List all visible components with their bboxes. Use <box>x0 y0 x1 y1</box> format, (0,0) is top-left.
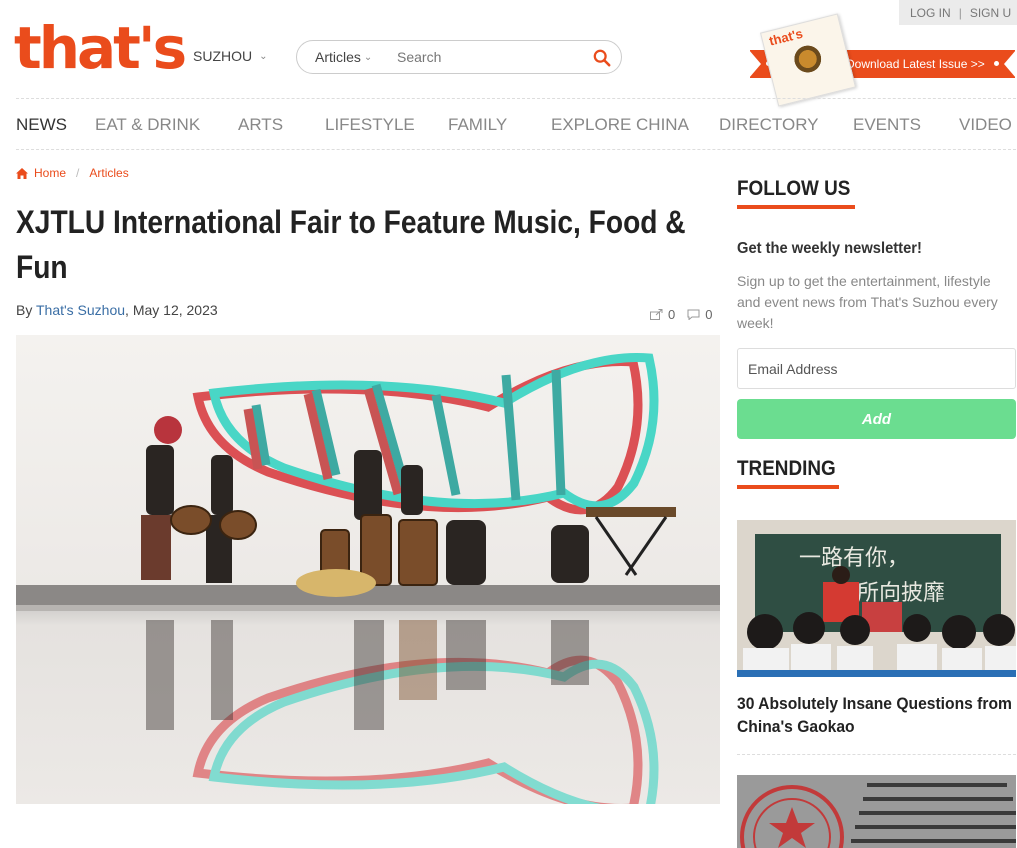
newsletter-title: Get the weekly newsletter! <box>737 240 922 257</box>
author-link[interactable]: That's Suzhou <box>36 302 125 318</box>
nav-item-directory[interactable]: DIRECTORY <box>719 115 819 135</box>
heading-underline <box>737 205 855 209</box>
nav-item-lifestyle[interactable]: LIFESTYLE <box>325 115 415 135</box>
nav-item-news[interactable]: NEWS <box>16 115 67 135</box>
home-icon <box>16 167 28 179</box>
article-date: , May 12, 2023 <box>125 302 218 318</box>
nav-item-video[interactable]: VIDEO <box>959 115 1012 135</box>
signup-link[interactable]: SIGN U <box>970 6 1011 20</box>
nav-item-events[interactable]: EVENTS <box>853 115 921 135</box>
share-icon <box>650 309 663 320</box>
breadcrumb-separator: / <box>76 166 80 180</box>
trending-item-image[interactable] <box>737 775 1016 848</box>
auth-bar: LOG IN | SIGN U <box>899 0 1017 25</box>
banner-dot <box>994 61 999 66</box>
nav-item-explore-china[interactable]: EXPLORE CHINA <box>551 115 689 135</box>
heading-underline <box>737 485 839 489</box>
nav-item-family[interactable]: FAMILY <box>448 115 507 135</box>
comment-count-value: 0 <box>705 307 713 322</box>
cover-figure <box>787 39 831 87</box>
auth-separator: | <box>958 5 962 20</box>
nav-item-arts[interactable]: ARTS <box>238 115 283 135</box>
search-icon[interactable] <box>593 49 611 67</box>
trending-heading: TRENDING <box>737 457 836 480</box>
login-link[interactable]: LOG IN <box>910 6 951 20</box>
chevron-down-icon: ⌄ <box>363 51 373 63</box>
magazine-cover-image[interactable]: that's <box>759 13 857 107</box>
hero-photo-illustration <box>16 353 720 804</box>
share-count-value: 0 <box>668 307 676 322</box>
article-byline: By That's Suzhou, May 12, 2023 <box>16 302 218 318</box>
article-hero-image <box>16 335 720 804</box>
blackboard-text-line1: 一路有你， <box>799 546 909 571</box>
search-input[interactable] <box>395 48 585 66</box>
classroom-photo-illustration: 一路有你， 所向披靡 <box>737 520 1016 677</box>
city-label: SUZHOU <box>193 48 253 64</box>
nav-item-eat-drink[interactable]: EAT & DRINK <box>95 115 200 135</box>
breadcrumb: Home / Articles <box>16 166 129 180</box>
newsletter-description: Sign up to get the entertainment, lifest… <box>737 273 998 331</box>
trending-divider <box>737 754 1016 755</box>
breadcrumb-articles[interactable]: Articles <box>89 166 128 180</box>
site-logo[interactable]: that's <box>14 18 187 78</box>
comment-icon <box>687 309 700 320</box>
search-category-label: Articles <box>315 49 361 65</box>
article-title: XJTLU International Fair to Feature Musi… <box>16 204 686 285</box>
article-stats: 0 0 <box>650 307 712 322</box>
trending-item-title[interactable]: 30 Absolutely Insane Questions from Chin… <box>737 692 1013 738</box>
byline-prefix: By <box>16 302 33 318</box>
search-bar: Articles ⌄ <box>296 40 622 74</box>
add-button[interactable]: Add <box>737 399 1016 439</box>
follow-us-heading: FOLLOW US <box>737 177 851 200</box>
chevron-down-icon: ⌄ <box>259 50 268 62</box>
city-selector[interactable]: SUZHOU ⌄ <box>193 48 268 64</box>
breadcrumb-home[interactable]: Home <box>34 166 66 180</box>
trending-item-image[interactable]: 一路有你， 所向披靡 <box>737 520 1016 677</box>
share-count[interactable]: 0 <box>650 307 675 322</box>
search-category-select[interactable]: Articles ⌄ <box>315 49 395 65</box>
download-latest-issue-link[interactable]: Download Latest Issue >> <box>846 57 985 71</box>
email-field[interactable] <box>737 348 1016 389</box>
crowd-photo-illustration <box>737 775 1016 848</box>
main-nav: NEWS EAT & DRINK ARTS LIFESTYLE FAMILY E… <box>16 98 1016 150</box>
comment-count[interactable]: 0 <box>687 307 712 322</box>
